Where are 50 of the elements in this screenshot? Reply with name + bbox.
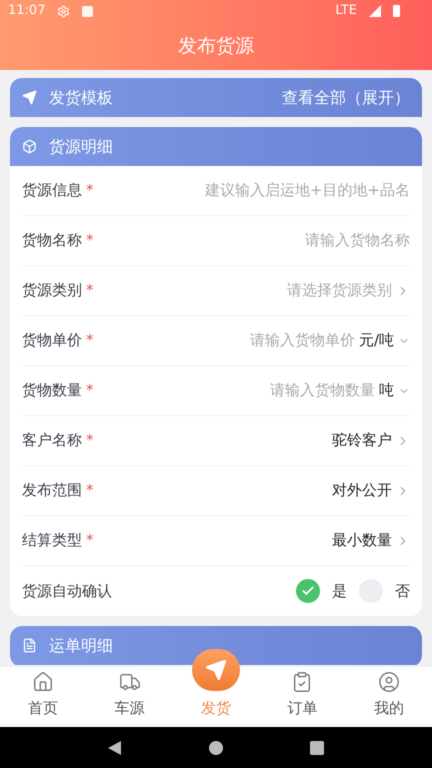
battery-icon — [393, 5, 400, 17]
select-field[interactable]: 驼铃客户 — [332, 429, 410, 452]
text-field[interactable]: 建议输入启运地+目的地+品名 — [106, 179, 410, 202]
section-title: 货源明细 — [49, 136, 113, 158]
send-icon[interactable] — [192, 649, 240, 691]
field-label: 货物名称 — [22, 230, 82, 252]
text-field[interactable]: 请输入货物数量 — [235, 379, 375, 402]
required-mark: * — [86, 530, 94, 552]
field-label: 货源信息 — [22, 180, 82, 202]
field-label: 货源类别 — [22, 280, 82, 302]
tab-item[interactable]: 首页 — [28, 696, 58, 719]
field-label: 结算类型 — [22, 530, 82, 552]
back-icon — [108, 740, 122, 754]
status-time: 11:07 — [8, 2, 46, 20]
home-icon[interactable] — [32, 670, 54, 692]
tab-item[interactable]: 车源 — [114, 696, 145, 719]
select-field[interactable]: 对外公开 — [332, 479, 410, 502]
radio-option[interactable]: 否 — [359, 579, 410, 603]
network-label: LTE — [335, 2, 357, 20]
text-field[interactable]: 请输入货物单价 — [214, 329, 355, 352]
radio-option[interactable]: 是 — [296, 579, 347, 603]
section-title: 运单明细 — [49, 634, 113, 656]
paper-plane-icon — [22, 90, 37, 105]
settings-icon — [57, 4, 70, 18]
text-field[interactable]: 请输入货物名称 — [106, 229, 410, 252]
field-label: 货物单价 — [22, 330, 82, 352]
page-title: 发布货源 — [178, 34, 254, 59]
required-mark: * — [86, 280, 94, 302]
box-icon — [22, 139, 37, 154]
unit-select[interactable]: 元/吨 — [358, 329, 410, 352]
tab-item[interactable]: 我的 — [374, 696, 404, 719]
required-mark: * — [86, 430, 94, 452]
recents-icon — [310, 740, 324, 754]
field-label: 发布范围 — [22, 480, 82, 502]
required-mark: * — [86, 330, 94, 352]
home-button-icon — [208, 740, 223, 754]
unit-select[interactable]: 吨 — [379, 379, 410, 402]
required-mark: * — [86, 180, 94, 202]
required-mark: * — [86, 380, 94, 402]
field-label: 客户名称 — [22, 430, 82, 452]
select-field[interactable]: 最小数量 — [332, 529, 410, 552]
user-icon[interactable] — [378, 670, 400, 692]
field-label: 货物数量 — [22, 380, 82, 402]
required-mark: * — [86, 230, 94, 252]
field-label: 货源自动确认 — [22, 580, 112, 602]
required-mark: * — [86, 480, 94, 502]
tab-item[interactable]: 订单 — [287, 696, 318, 719]
keyboard-icon — [82, 6, 94, 16]
signal-icon — [369, 5, 381, 17]
document-icon — [22, 638, 37, 653]
